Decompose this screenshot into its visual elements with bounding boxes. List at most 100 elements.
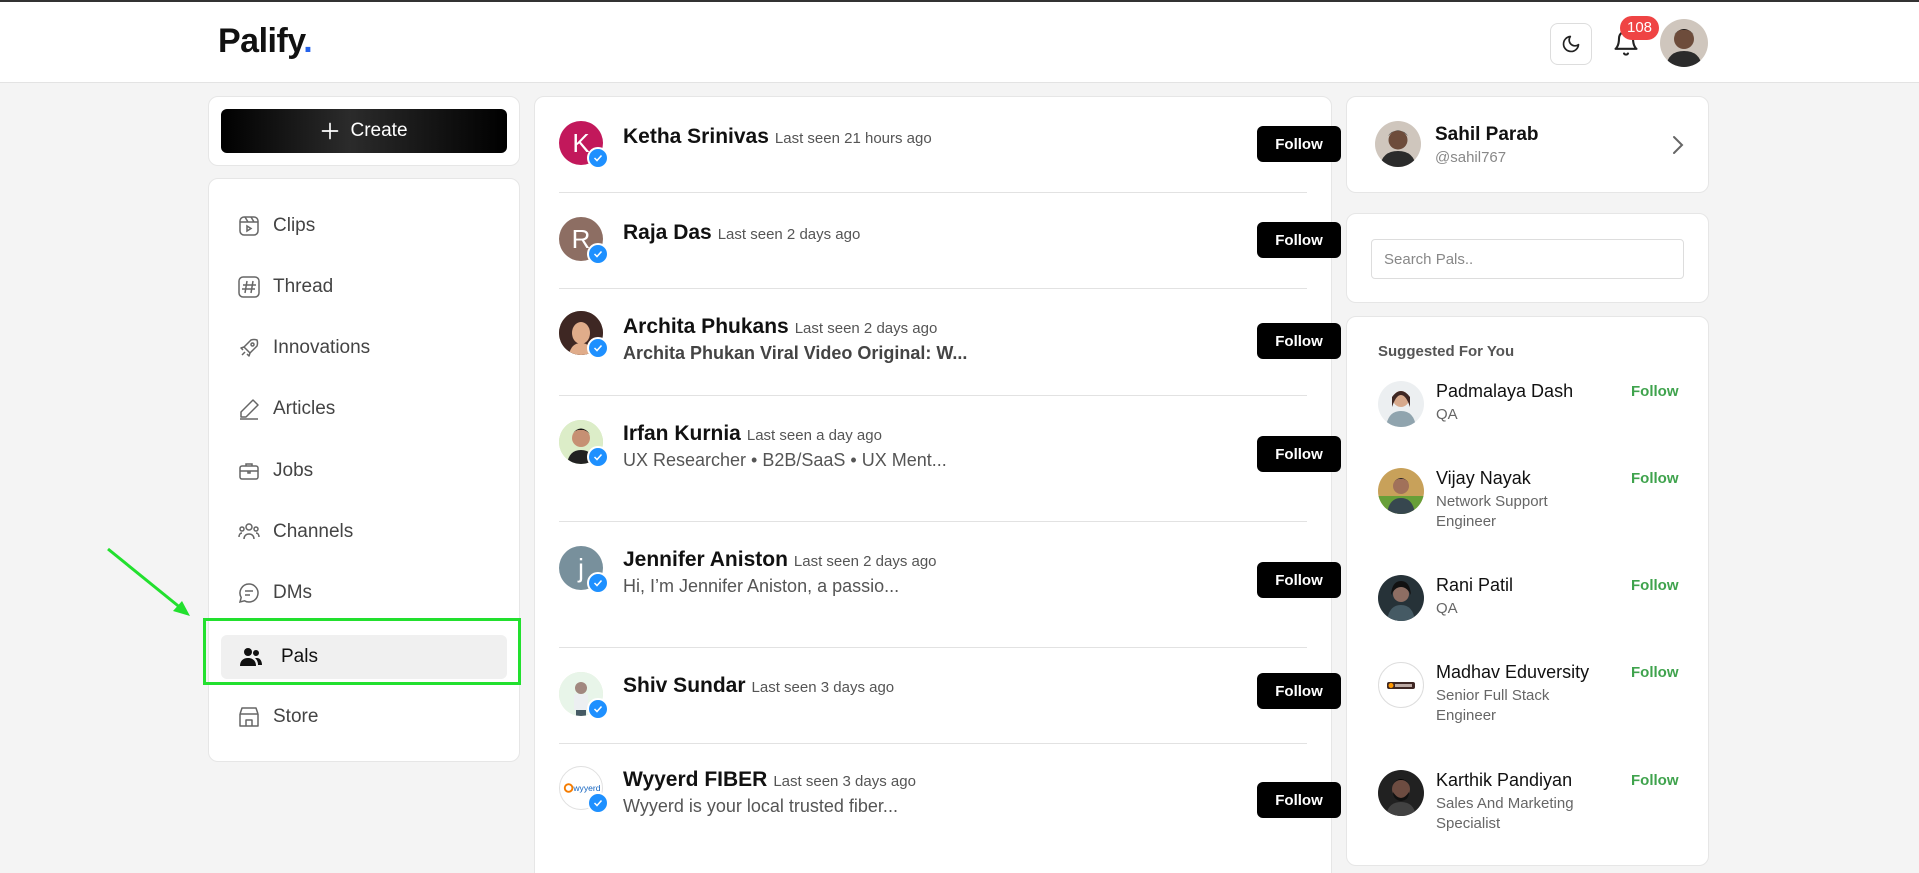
avatar[interactable]	[1378, 770, 1424, 816]
follow-button[interactable]: Follow	[1257, 436, 1341, 472]
list-item[interactable]: Shiv Sundar Last seen 3 days ago Follow	[559, 648, 1341, 744]
suggested-name[interactable]: Vijay Nayak	[1436, 468, 1531, 489]
user-avatar[interactable]	[1660, 19, 1708, 67]
suggested-role: QA	[1436, 406, 1458, 423]
avatar-photo	[1378, 381, 1424, 427]
follow-link[interactable]: Follow	[1631, 577, 1679, 594]
avatar	[1375, 121, 1421, 167]
pal-name-text: Ketha Srinivas	[623, 125, 769, 148]
pals-feed: K Ketha Srinivas Last seen 21 hours ago F…	[534, 96, 1341, 873]
briefcase-icon	[239, 463, 259, 480]
pal-name-text: Shiv Sundar	[623, 674, 746, 697]
list-item[interactable]: wyyerd Wyyerd FIBER Last seen 3 days ago …	[559, 744, 1341, 873]
sidebar-item-innovations[interactable]: Innovations	[237, 333, 370, 363]
profile-name: Sahil Parab	[1435, 124, 1539, 145]
avatar-initial: j	[578, 552, 584, 583]
pal-name[interactable]: Shiv Sundar Last seen 3 days ago	[623, 674, 894, 698]
list-item[interactable]: Archita Phukans Last seen 2 days ago Arch…	[559, 289, 1341, 396]
highlight-box	[203, 618, 521, 685]
pal-name[interactable]: Irfan Kurnia Last seen a day ago	[623, 422, 882, 446]
follow-button[interactable]: Follow	[1257, 323, 1341, 359]
pal-bio: Archita Phukan Viral Video Original: W..…	[623, 343, 968, 363]
list-item[interactable]: R Raja Das Last seen 2 days ago Follow	[559, 193, 1341, 289]
avatar[interactable]	[1378, 662, 1424, 708]
verified-badge-icon	[587, 572, 609, 594]
avatar[interactable]	[1378, 468, 1424, 514]
follow-button[interactable]: Follow	[1257, 562, 1341, 598]
avatar-photo	[1378, 575, 1424, 621]
profile-handle: @sahil767	[1435, 149, 1507, 166]
avatar[interactable]	[1378, 575, 1424, 621]
sidebar-item-label: DMs	[273, 582, 313, 603]
sidebar-item-label: Jobs	[273, 460, 314, 481]
pal-name-text: Archita Phukans	[623, 315, 789, 338]
logo-text: Palify	[218, 22, 304, 60]
logo[interactable]: Palify.	[218, 22, 313, 61]
pal-name[interactable]: Ketha Srinivas Last seen 21 hours ago	[623, 125, 932, 149]
last-seen: Last seen a day ago	[746, 427, 882, 444]
theme-toggle-button[interactable]	[1550, 23, 1592, 65]
verified-badge-icon	[587, 147, 609, 169]
list-item[interactable]: j Jennifer Aniston Last seen 2 days ago H…	[559, 522, 1341, 648]
clips-icon	[239, 216, 259, 236]
logo-dot: .	[303, 22, 313, 60]
follow-link[interactable]: Follow	[1631, 772, 1679, 789]
chat-icon	[238, 583, 259, 604]
search-input[interactable]	[1371, 239, 1684, 279]
last-seen: Last seen 3 days ago	[751, 679, 895, 696]
pal-name[interactable]: Raja Das Last seen 2 days ago	[623, 221, 860, 245]
list-item[interactable]: K Ketha Srinivas Last seen 21 hours ago F…	[559, 97, 1341, 193]
verified-badge-icon	[587, 243, 609, 265]
profile-photo	[1375, 121, 1421, 167]
pal-name-text: Wyyerd FIBER	[623, 768, 768, 791]
follow-link[interactable]: Follow	[1631, 383, 1679, 400]
follow-button[interactable]: Follow	[1257, 222, 1341, 258]
follow-button[interactable]: Follow	[1257, 673, 1341, 709]
avatar[interactable]	[1378, 381, 1424, 427]
suggested-role: Senior Full Stack Engineer	[1436, 687, 1550, 724]
suggested-name[interactable]: Padmalaya Dash	[1436, 381, 1573, 402]
create-label: Create	[350, 120, 408, 141]
avatar-photo	[1378, 468, 1424, 514]
pal-name[interactable]: Jennifer Aniston Last seen 2 days ago	[623, 548, 937, 572]
sidebar-item-clips[interactable]: Clips	[237, 211, 315, 241]
suggested-name[interactable]: Rani Patil	[1436, 575, 1513, 596]
profile-card[interactable]: Sahil Parab @sahil767	[1346, 96, 1709, 193]
follow-link[interactable]: Follow	[1631, 664, 1679, 681]
list-item[interactable]: Irfan Kurnia Last seen a day ago UX Resea…	[559, 396, 1341, 522]
sidebar-item-channels[interactable]: Channels	[237, 517, 353, 547]
pal-name[interactable]: Wyyerd FIBER Last seen 3 days ago	[623, 768, 916, 792]
sidebar-item-jobs[interactable]: Jobs	[237, 456, 313, 486]
follow-button[interactable]: Follow	[1257, 782, 1341, 818]
pal-name-text: Jennifer Aniston	[623, 548, 788, 571]
sidebar-item-label: Channels	[273, 521, 354, 542]
last-seen: Last seen 3 days ago	[773, 773, 916, 790]
last-seen: Last seen 2 days ago	[793, 553, 937, 570]
pal-bio: Wyyerd is your local trusted fiber...	[623, 796, 898, 816]
notification-badge: 108	[1620, 16, 1660, 40]
suggested-role: QA	[1436, 600, 1458, 617]
follow-button[interactable]: Follow	[1257, 126, 1341, 162]
sidebar-item-label: Clips	[273, 215, 316, 236]
hashtag-icon	[238, 276, 260, 298]
suggested-name[interactable]: Karthik Pandiyan	[1436, 770, 1572, 791]
sidebar-item-thread[interactable]: Thread	[237, 272, 333, 302]
pal-name[interactable]: Archita Phukans Last seen 2 days ago	[623, 315, 937, 339]
suggested-name[interactable]: Madhav Eduversity	[1436, 662, 1589, 683]
sidebar-item-articles[interactable]: Articles	[237, 394, 335, 424]
search-card	[1346, 213, 1709, 303]
pal-bio: UX Researcher • B2B/SaaS • UX Ment...	[623, 450, 947, 470]
create-button[interactable]: Create	[221, 109, 507, 153]
chevron-right-icon[interactable]	[1667, 133, 1687, 157]
sidebar-item-label: Thread	[273, 276, 334, 297]
sidebar-item-store[interactable]: Store	[237, 702, 318, 732]
plus-icon	[322, 122, 339, 140]
sidebar-item-dms[interactable]: DMs	[237, 578, 312, 608]
pal-name-text: Irfan Kurnia	[623, 422, 741, 445]
suggested-title: Suggested For You	[1378, 343, 1515, 360]
pencil-icon	[240, 399, 259, 420]
verified-badge-icon	[587, 792, 609, 814]
follow-link[interactable]: Follow	[1631, 470, 1679, 487]
rocket-icon	[240, 338, 259, 357]
store-icon	[239, 707, 259, 727]
